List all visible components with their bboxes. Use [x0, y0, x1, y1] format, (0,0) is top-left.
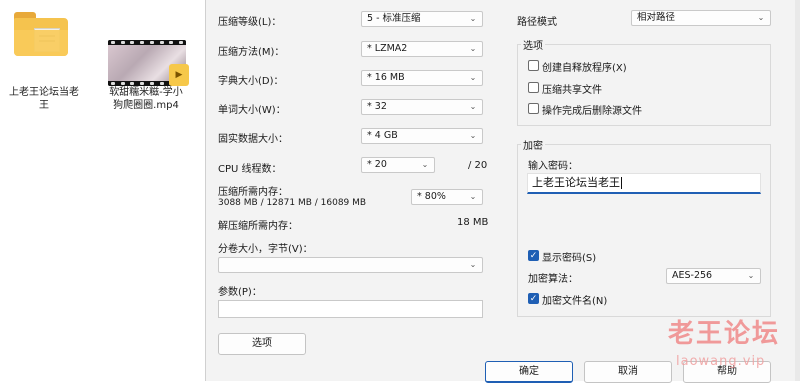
encryption-method-value: AES-256: [672, 270, 713, 281]
encryption-method-label: 加密算法：: [528, 274, 578, 285]
options-group-title: 选项: [521, 37, 545, 52]
parameters-label: 参数(P)：: [218, 287, 262, 298]
compression-level-select[interactable]: 5 - 标准压缩 ⌄: [361, 11, 483, 27]
compression-method-select[interactable]: * LZMA2 ⌄: [361, 41, 483, 57]
cancel-button[interactable]: 取消: [584, 361, 672, 383]
split-volumes-label: 分卷大小，字节(V)：: [218, 244, 313, 255]
solid-block-size-select[interactable]: * 4 GB ⌄: [361, 128, 483, 144]
path-mode-label: 路径模式: [517, 17, 557, 28]
chevron-down-icon: ⌄: [469, 192, 477, 201]
compression-method-label: 压缩方法(M)：: [218, 47, 285, 58]
path-mode-select[interactable]: 相对路径 ⌄: [631, 10, 771, 26]
compression-method-value: * LZMA2: [367, 43, 408, 54]
cpu-threads-value: * 20: [367, 159, 387, 170]
video-label: 软甜糯米糍-学小 狗爬圈圈.mp4: [104, 86, 188, 112]
memory-usage-select[interactable]: * 80% ⌄: [411, 189, 483, 205]
chevron-down-icon: ⌄: [469, 14, 477, 23]
password-input[interactable]: 上老王论坛当老王: [527, 173, 761, 194]
solid-block-size-value: * 4 GB: [367, 130, 398, 141]
shared-files-label: 压缩共享文件: [542, 85, 602, 96]
password-value: 上老王论坛当老王: [532, 176, 620, 189]
video-label-line2: 狗爬圈圈.mp4: [113, 100, 179, 111]
chevron-down-icon: ⌄: [747, 271, 755, 280]
cpu-threads-select[interactable]: * 20 ⌄: [361, 157, 435, 173]
watermark-url: laowang.vip: [676, 354, 766, 369]
folder-icon: [14, 12, 68, 58]
options-button[interactable]: 选项: [218, 333, 306, 355]
folder-label: 上老王论坛当老 王: [8, 86, 80, 112]
word-size-label: 单词大小(W)：: [218, 105, 286, 116]
parameters-input[interactable]: [218, 300, 483, 318]
sfx-label: 创建自释放程序(X): [542, 63, 627, 74]
word-size-value: * 32: [367, 101, 387, 112]
show-password-checkbox[interactable]: ✓: [528, 250, 539, 261]
chevron-down-icon: ⌄: [421, 160, 429, 169]
cpu-threads-label: CPU 线程数：: [218, 164, 282, 175]
dictionary-size-select[interactable]: * 16 MB ⌄: [361, 70, 483, 86]
compression-level-value: 5 - 标准压缩: [367, 13, 421, 24]
memory-compress-detail: 3088 MB / 12871 MB / 16089 MB: [218, 198, 367, 208]
path-mode-value: 相对路径: [637, 12, 676, 23]
memory-decompress-label: 解压缩所需内存：: [218, 221, 298, 232]
encryption-group-title: 加密: [521, 137, 545, 152]
compression-level-label: 压缩等级(L)：: [218, 17, 282, 28]
memory-decompress-value: 18 MB: [457, 217, 489, 228]
text-caret: [621, 177, 622, 189]
sfx-checkbox[interactable]: [528, 60, 539, 71]
password-label: 输入密码：: [528, 161, 578, 172]
split-volumes-combobox[interactable]: ⌄: [218, 257, 483, 273]
memory-compress-label: 压缩所需内存：: [218, 187, 288, 198]
word-size-select[interactable]: * 32 ⌄: [361, 99, 483, 115]
folder-label-line2: 王: [39, 100, 49, 111]
chevron-down-icon: ⌄: [757, 13, 765, 22]
encrypt-names-checkbox[interactable]: ✓: [528, 293, 539, 304]
delete-after-checkbox[interactable]: [528, 103, 539, 114]
chevron-down-icon: ⌄: [469, 260, 477, 269]
encrypt-names-label: 加密文件名(N): [542, 296, 608, 307]
dictionary-size-value: * 16 MB: [367, 72, 405, 83]
solid-block-size-label: 固实数据大小：: [218, 134, 288, 145]
media-badge-icon: ▶: [169, 64, 189, 86]
shared-files-checkbox[interactable]: [528, 82, 539, 93]
chevron-down-icon: ⌄: [469, 131, 477, 140]
chevron-down-icon: ⌄: [469, 102, 477, 111]
ok-button[interactable]: 确定: [485, 361, 573, 383]
chevron-down-icon: ⌄: [469, 44, 477, 53]
folder-label-line1: 上老王论坛当老: [9, 87, 79, 98]
dictionary-size-label: 字典大小(D)：: [218, 76, 284, 87]
window-edge: [795, 0, 800, 381]
delete-after-label: 操作完成后删除源文件: [542, 106, 642, 117]
encryption-method-select[interactable]: AES-256 ⌄: [666, 268, 761, 284]
chevron-down-icon: ⌄: [469, 73, 477, 82]
watermark-title: 老王论坛: [668, 319, 781, 349]
show-password-label: 显示密码(S): [542, 253, 597, 264]
video-label-line1: 软甜糯米糍-学小: [109, 87, 183, 98]
cpu-threads-max: / 20: [468, 160, 488, 171]
memory-usage-value: * 80%: [417, 191, 446, 202]
